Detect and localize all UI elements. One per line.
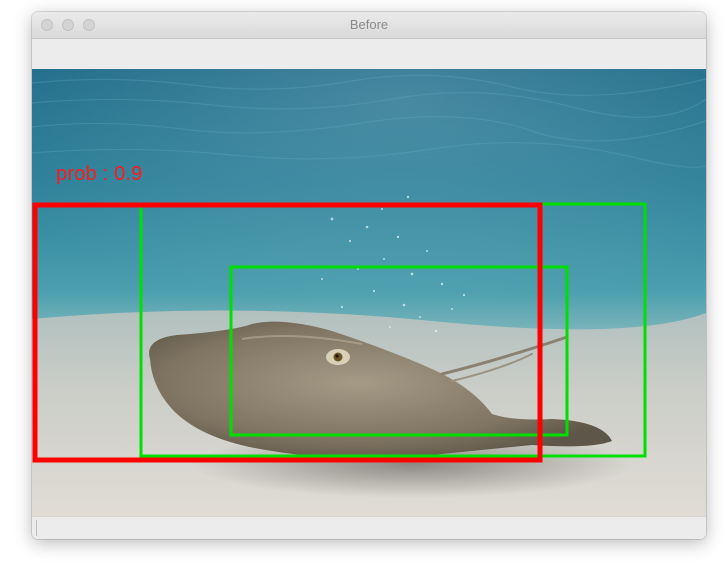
status-grip-icon [36, 520, 43, 536]
image-viewport: prob : 0.9 [32, 69, 706, 516]
image-canvas [32, 69, 706, 516]
app-window: Before prob: 0.9 [32, 12, 706, 539]
detection-probability-label: prob : 0.9 [56, 163, 143, 185]
status-bar [32, 516, 706, 539]
toolbar-area [32, 39, 706, 69]
window-title: Before [349, 17, 389, 32]
title-bar[interactable]: Before [32, 12, 706, 39]
